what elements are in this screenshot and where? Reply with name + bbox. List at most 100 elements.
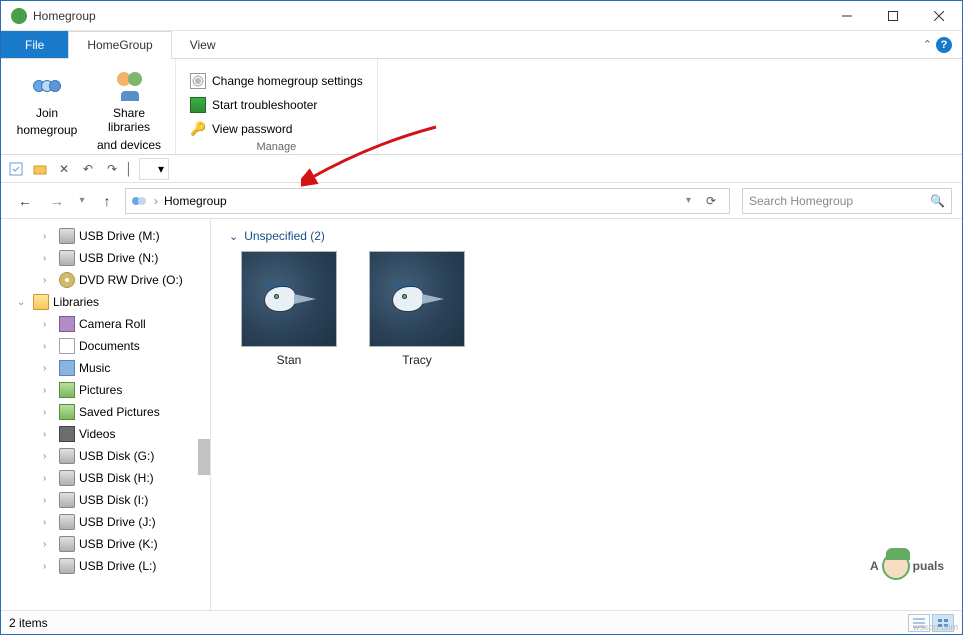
troubleshooter-icon: [190, 97, 206, 113]
tree-scrollbar-thumb[interactable]: [198, 439, 210, 475]
homegroup-icon: [11, 8, 27, 24]
maximize-button[interactable]: [870, 1, 916, 31]
tree-disk-g[interactable]: ›USB Disk (G:): [1, 445, 210, 467]
tree-music[interactable]: ›Music: [1, 357, 210, 379]
back-button[interactable]: ←: [11, 187, 39, 215]
tree-label: Documents: [79, 339, 140, 353]
content-pane[interactable]: ⌄ Unspecified (2) Stan Tracy: [211, 219, 962, 610]
share-libraries-button[interactable]: Share libraries and devices: [91, 63, 167, 152]
navigation-bar: ← → ▾ ↑ › Homegroup ▾ ⟳ Search Homegroup…: [1, 183, 962, 219]
tree-usb-m[interactable]: ›USB Drive (M:): [1, 225, 210, 247]
share-libraries-icon: [112, 69, 146, 103]
tree-label: Music: [79, 361, 110, 375]
tab-view[interactable]: View: [172, 31, 234, 58]
tree-pictures[interactable]: ›Pictures: [1, 379, 210, 401]
documents-icon: [59, 338, 75, 354]
view-password-button[interactable]: View password: [184, 119, 369, 139]
address-dropdown-icon[interactable]: ▾: [686, 195, 691, 206]
redo-button[interactable]: ↷: [101, 158, 123, 180]
ribbon-body: Join homegroup Share libraries and devic…: [1, 59, 962, 155]
undo-button[interactable]: ↶: [77, 158, 99, 180]
navigation-tree[interactable]: ›USB Drive (M:) ›USB Drive (N:) ›DVD RW …: [1, 219, 211, 610]
search-box[interactable]: Search Homegroup 🔍: [742, 188, 952, 214]
tree-label: USB Drive (L:): [79, 559, 156, 573]
properties-button[interactable]: [5, 158, 27, 180]
qa-dropdown[interactable]: ▾: [139, 158, 169, 180]
drive-icon: [59, 228, 75, 244]
change-homegroup-settings-button[interactable]: Change homegroup settings: [184, 71, 369, 91]
tree-label: USB Disk (H:): [79, 471, 154, 485]
item-label: Tracy: [402, 353, 432, 367]
ribbon-tabs: File HomeGroup View ⌃ ?: [1, 31, 962, 59]
pictures-icon: [59, 382, 75, 398]
troubleshooter-label: Start troubleshooter: [212, 98, 317, 112]
credit-text: wsxdn.com: [913, 622, 958, 632]
watermark-post: puals: [913, 559, 944, 573]
manage-group-label: Manage: [257, 139, 297, 153]
tree-usb-n[interactable]: ›USB Drive (N:): [1, 247, 210, 269]
delete-button[interactable]: ✕: [53, 158, 75, 180]
tab-homegroup[interactable]: HomeGroup: [68, 31, 171, 59]
music-icon: [59, 360, 75, 376]
tree-drive-j[interactable]: ›USB Drive (J:): [1, 511, 210, 533]
body: ›USB Drive (M:) ›USB Drive (N:) ›DVD RW …: [1, 219, 962, 610]
drive-icon: [59, 250, 75, 266]
tree-label: Camera Roll: [79, 317, 146, 331]
tree-label: Saved Pictures: [79, 405, 160, 419]
tree-videos[interactable]: ›Videos: [1, 423, 210, 445]
tree-disk-h[interactable]: ›USB Disk (H:): [1, 467, 210, 489]
drive-icon: [59, 448, 75, 464]
new-folder-button[interactable]: [29, 158, 51, 180]
tree-drive-l[interactable]: ›USB Drive (L:): [1, 555, 210, 577]
minimize-button[interactable]: [824, 1, 870, 31]
drive-icon: [59, 470, 75, 486]
forward-button[interactable]: →: [43, 187, 71, 215]
libraries-icon: [33, 294, 49, 310]
gear-icon: [190, 73, 206, 89]
search-placeholder: Search Homegroup: [749, 194, 853, 208]
drive-icon: [59, 558, 75, 574]
start-troubleshooter-button[interactable]: Start troubleshooter: [184, 95, 369, 115]
recent-dropdown[interactable]: ▾: [75, 187, 89, 215]
tab-file[interactable]: File: [1, 31, 68, 58]
help-button[interactable]: ?: [936, 37, 952, 53]
join-homegroup-icon: [30, 69, 64, 103]
tree-label: DVD RW Drive (O:): [79, 273, 183, 287]
tree-drive-k[interactable]: ›USB Drive (K:): [1, 533, 210, 555]
tree-label: USB Disk (G:): [79, 449, 154, 463]
close-button[interactable]: [916, 1, 962, 31]
tree-documents[interactable]: ›Documents: [1, 335, 210, 357]
drive-icon: [59, 492, 75, 508]
chevron-down-icon: ⌄: [229, 230, 238, 243]
view-password-label: View password: [212, 122, 292, 136]
user-avatar: [241, 251, 337, 347]
item-stan[interactable]: Stan: [239, 251, 339, 367]
up-button[interactable]: ↑: [93, 187, 121, 215]
item-label: Stan: [277, 353, 302, 367]
join-label-2: homegroup: [17, 123, 78, 137]
tree-camera-roll[interactable]: ›Camera Roll: [1, 313, 210, 335]
drive-icon: [59, 536, 75, 552]
tree-libraries[interactable]: ⌄Libraries: [1, 291, 210, 313]
watermark-pre: A: [870, 559, 879, 573]
address-sep: ›: [154, 194, 158, 208]
tree-saved-pictures[interactable]: ›Saved Pictures: [1, 401, 210, 423]
group-header[interactable]: ⌄ Unspecified (2): [211, 219, 962, 251]
drive-icon: [59, 514, 75, 530]
group-label: Unspecified (2): [244, 229, 325, 243]
address-bar[interactable]: › Homegroup ▾ ⟳: [125, 188, 730, 214]
search-icon: 🔍: [930, 194, 945, 208]
tree-label: USB Drive (J:): [79, 515, 156, 529]
collapse-ribbon-button[interactable]: ⌃: [923, 38, 932, 51]
watermark: A puals: [870, 552, 944, 580]
join-homegroup-button[interactable]: Join homegroup: [9, 63, 85, 152]
share-label-2: and devices: [97, 138, 161, 152]
tree-dvd-o[interactable]: ›DVD RW Drive (O:): [1, 269, 210, 291]
tree-label: USB Drive (M:): [79, 229, 160, 243]
tree-label: Pictures: [79, 383, 122, 397]
tree-disk-i[interactable]: ›USB Disk (I:): [1, 489, 210, 511]
tree-label: USB Drive (K:): [79, 537, 158, 551]
refresh-button[interactable]: ⟳: [697, 194, 725, 208]
item-tracy[interactable]: Tracy: [367, 251, 467, 367]
pictures-icon: [59, 404, 75, 420]
